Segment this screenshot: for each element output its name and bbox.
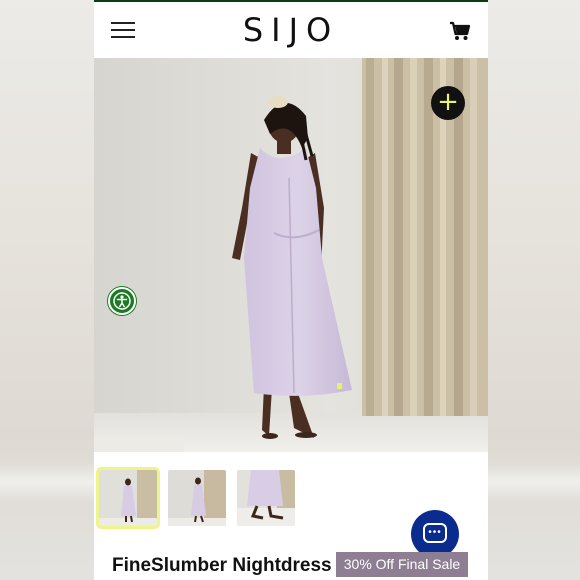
blurred-right-background <box>486 0 580 580</box>
sale-badge: 30% Off Final Sale <box>336 552 468 577</box>
zoom-plus-icon[interactable]: + <box>431 86 465 120</box>
site-header: SIJO <box>94 0 488 58</box>
thumbnail-3[interactable] <box>237 470 295 526</box>
thumbnail-1[interactable] <box>96 467 160 529</box>
thumbnail-2[interactable] <box>168 470 226 526</box>
product-hero-image[interactable]: + <box>94 58 488 452</box>
accessibility-icon[interactable] <box>108 287 136 315</box>
chat-bubble-icon[interactable]: ••• <box>411 510 459 558</box>
brand-logo[interactable]: SIJO <box>94 11 488 49</box>
shopping-cart-icon[interactable] <box>449 20 471 42</box>
blurred-left-background <box>0 0 94 580</box>
product-title: FineSlumber Nightdress <box>112 555 332 576</box>
mobile-screen: SIJO + ••• FineSlumber Nightdress 30% Of… <box>94 0 488 580</box>
